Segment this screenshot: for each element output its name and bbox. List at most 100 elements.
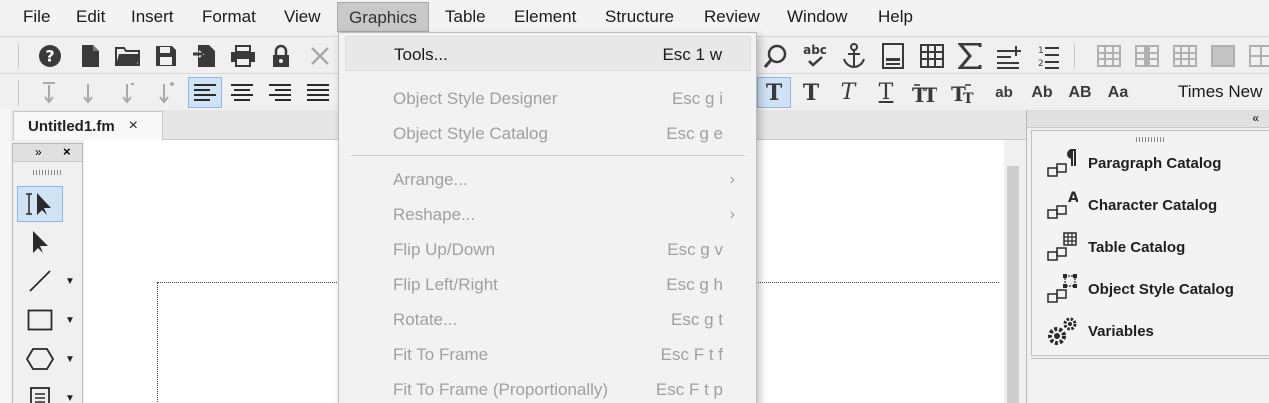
line-tool-dropdown-icon[interactable]: ▼ (65, 276, 75, 287)
print-icon[interactable] (226, 40, 260, 71)
line-tool-icon[interactable] (17, 263, 63, 299)
underline-icon[interactable]: T (869, 77, 903, 108)
catalog-list: Paragraph Catalog A Character Catalog Ta… (1031, 130, 1269, 356)
close-palette-icon[interactable]: × (63, 144, 71, 159)
expand-icon[interactable]: » (35, 145, 42, 159)
tools-palette-header: » × (13, 144, 82, 162)
menu-item-fit-to-frame[interactable]: Fit To Frame Esc F t f (345, 337, 751, 372)
menu-table[interactable]: Table (434, 2, 497, 32)
font-name-field[interactable]: Times New (1178, 74, 1262, 110)
left-window-edge (0, 109, 10, 403)
menu-item-arrange[interactable]: Arrange... › (345, 162, 751, 197)
menu-item-label: Flip Up/Down (393, 240, 496, 259)
menu-file[interactable]: File (12, 2, 61, 32)
menu-insert[interactable]: Insert (120, 2, 185, 32)
find-icon[interactable] (759, 40, 793, 71)
menu-item-object-style-designer[interactable]: Object Style Designer Esc g i (345, 81, 751, 116)
align-baseline-icon[interactable] (110, 77, 144, 108)
align-top-icon[interactable] (32, 77, 66, 108)
menu-item-tools[interactable]: Tools... Esc 1 w (345, 36, 751, 71)
subscript-icon[interactable]: TT (946, 77, 980, 108)
palette-grip[interactable] (13, 167, 82, 177)
menu-graphics[interactable]: Graphics (337, 2, 430, 32)
menu-item-flip-up-down[interactable]: Flip Up/Down Esc g v (345, 232, 751, 267)
insert-table-icon[interactable] (915, 40, 949, 71)
svg-text:?: ? (45, 46, 54, 65)
rectangle-tool-dropdown-icon[interactable]: ▼ (65, 315, 75, 326)
equation-icon[interactable] (953, 40, 987, 71)
align-left-icon[interactable] (188, 77, 222, 108)
menu-help[interactable]: Help (867, 2, 924, 32)
variables-icon (1048, 317, 1077, 345)
polygon-tool-dropdown-icon[interactable]: ▼ (65, 354, 75, 365)
menu-element[interactable]: Element (503, 2, 587, 32)
lowercase-icon[interactable]: ab (987, 77, 1021, 108)
table-catalog-item[interactable]: Table Catalog (1046, 227, 1185, 267)
table-insert-column-icon[interactable] (1130, 40, 1164, 71)
table-catalog-icon (1047, 232, 1077, 261)
object-select-tool-icon[interactable] (17, 224, 63, 260)
capitalize-icon[interactable]: Ab (1025, 77, 1059, 108)
table-catalog-label: Table Catalog (1088, 238, 1186, 256)
change-case-icon[interactable]: Aa (1101, 77, 1135, 108)
open-folder-icon[interactable] (111, 40, 145, 71)
collapse-icon[interactable]: « (1252, 111, 1259, 125)
spell-check-icon[interactable]: abc (798, 40, 832, 71)
menu-item-label: Reshape... (393, 205, 476, 224)
menu-item-label: Flip Left/Right (393, 275, 498, 294)
paragraph-catalog-item[interactable]: Paragraph Catalog (1046, 143, 1221, 183)
svg-text:T: T (923, 83, 937, 104)
align-right-icon[interactable] (263, 77, 297, 108)
text-frame-tool-dropdown-icon[interactable]: ▼ (65, 393, 75, 403)
menu-item-fit-to-frame-proportionally[interactable]: Fit To Frame (Proportionally) Esc F t p (345, 372, 751, 403)
plain-text-icon[interactable]: T (757, 77, 791, 108)
close-icon[interactable] (303, 40, 337, 71)
bold-icon[interactable]: T (794, 77, 828, 108)
italic-icon[interactable]: T (831, 77, 865, 108)
import-icon[interactable] (187, 40, 221, 71)
menu-item-reshape[interactable]: Reshape... › (345, 197, 751, 232)
superscript-icon[interactable]: TT (907, 77, 941, 108)
menu-review[interactable]: Review (693, 2, 771, 32)
align-center-icon[interactable] (225, 77, 259, 108)
table-merge-icon[interactable] (1206, 40, 1240, 71)
smart-select-tool-icon[interactable] (17, 186, 63, 222)
menu-item-shortcut: Esc 1 w (662, 45, 722, 64)
rectangle-tool-icon[interactable] (17, 302, 63, 338)
character-catalog-item[interactable]: A Character Catalog (1046, 185, 1217, 225)
uppercase-icon[interactable]: AB (1063, 77, 1097, 108)
align-justify-icon[interactable] (301, 77, 335, 108)
scrollbar-thumb[interactable] (1007, 166, 1019, 403)
menu-view[interactable]: View (273, 2, 332, 32)
table-split-icon[interactable] (1244, 40, 1269, 71)
menu-item-object-style-catalog[interactable]: Object Style Catalog Esc g e (345, 116, 751, 151)
new-document-icon[interactable] (73, 40, 107, 71)
menu-edit[interactable]: Edit (65, 2, 116, 32)
table-delete-icon[interactable] (1168, 40, 1202, 71)
graphics-menu: Tools... Esc 1 w Object Style Designer E… (338, 32, 757, 403)
close-tab-icon[interactable]: × (129, 117, 138, 135)
numbered-list-icon[interactable]: 12 (1030, 40, 1064, 71)
menu-item-rotate[interactable]: Rotate... Esc g t (345, 302, 751, 337)
table-insert-row-icon[interactable] (1092, 40, 1126, 71)
object-style-catalog-item[interactable]: Object Style Catalog (1046, 269, 1234, 309)
polygon-tool-icon[interactable] (17, 341, 63, 377)
variables-item[interactable]: Variables (1046, 311, 1154, 351)
variable-insert-icon[interactable] (991, 40, 1025, 71)
align-middle-icon[interactable] (71, 77, 105, 108)
lock-icon[interactable] (264, 40, 298, 71)
text-frame-tool-icon[interactable] (17, 380, 63, 403)
save-icon[interactable] (149, 40, 183, 71)
menu-format[interactable]: Format (191, 2, 267, 32)
toolbar-grip (18, 80, 19, 106)
document-tab[interactable]: Untitled1.fm × (13, 111, 163, 140)
menu-item-flip-left-right[interactable]: Flip Left/Right Esc g h (345, 267, 751, 302)
menu-window[interactable]: Window (776, 2, 858, 32)
help-icon[interactable]: ? (33, 40, 67, 71)
anchor-icon[interactable] (837, 40, 871, 71)
footnote-icon[interactable] (876, 40, 910, 71)
align-bottom-icon[interactable] (149, 77, 183, 108)
menu-structure[interactable]: Structure (594, 2, 685, 32)
vertical-scrollbar[interactable] (1004, 140, 1026, 403)
menu-item-shortcut: Esc g i (671, 89, 723, 108)
